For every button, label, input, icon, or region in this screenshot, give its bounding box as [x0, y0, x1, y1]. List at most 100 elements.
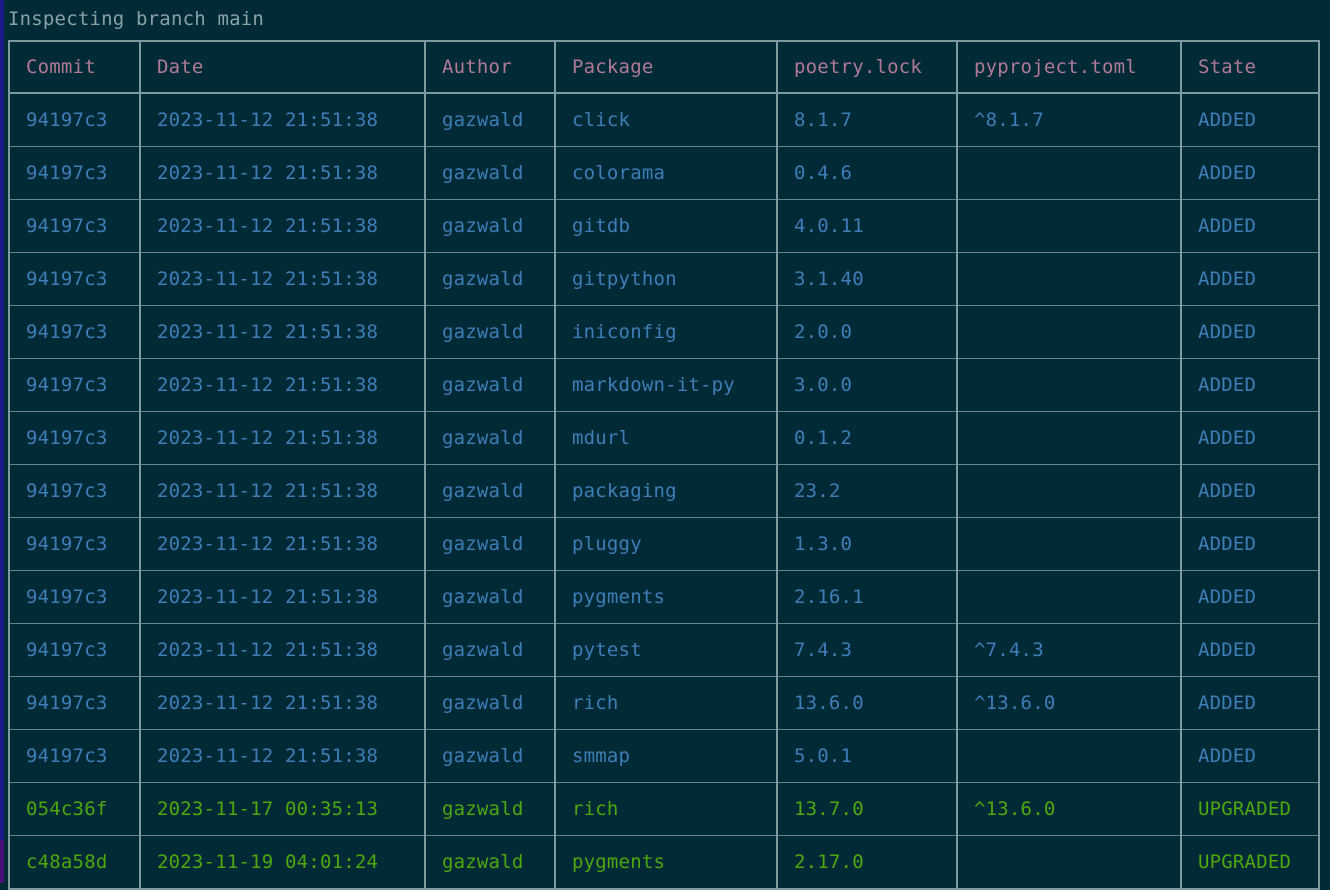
- cell-commit: 94197c3: [9, 729, 140, 783]
- terminal-window: Inspecting branch main Commit Date Autho…: [0, 0, 1330, 890]
- cell-commit: c48a58d: [9, 835, 140, 889]
- cell-state: UPGRADED: [1180, 782, 1319, 836]
- terminal-left-margin-stripe-tail: [0, 840, 4, 883]
- cell-state: ADDED: [1180, 305, 1319, 359]
- cell-date: 2023-11-12 21:51:38: [139, 729, 425, 783]
- cell-state: ADDED: [1180, 676, 1319, 730]
- cell-author: gazwald: [424, 517, 555, 571]
- table-row[interactable]: 94197c3 2023-11-12 21:51:38 gazwald markdow…: [9, 358, 1319, 412]
- cell-author: gazwald: [424, 411, 555, 465]
- cell-toml: [956, 517, 1181, 571]
- table-header-row: Commit Date Author Package poetry.lock p…: [9, 41, 1319, 94]
- table-row[interactable]: 94197c3 2023-11-12 21:51:38 gazwald iniconf…: [9, 305, 1319, 359]
- table-row[interactable]: 94197c3 2023-11-12 21:51:38 gazwald smmap 5.…: [9, 729, 1319, 783]
- cell-toml: [956, 411, 1181, 465]
- cell-commit: 94197c3: [9, 464, 140, 518]
- column-header-commit[interactable]: Commit: [9, 41, 140, 94]
- table-row[interactable]: 94197c3 2023-11-12 21:51:38 gazwald pluggy 1…: [9, 517, 1319, 571]
- table-row[interactable]: 94197c3 2023-11-12 21:51:38 gazwald packagi…: [9, 464, 1319, 518]
- cell-date: 2023-11-12 21:51:38: [139, 676, 425, 730]
- cell-lock: 23.2: [776, 464, 957, 518]
- cell-toml: ^13.6.0: [956, 782, 1181, 836]
- cell-date: 2023-11-12 21:51:38: [139, 517, 425, 571]
- cell-package: click: [554, 93, 777, 147]
- column-header-package[interactable]: Package: [554, 41, 777, 94]
- cell-date: 2023-11-12 21:51:38: [139, 464, 425, 518]
- cell-author: gazwald: [424, 199, 555, 253]
- cell-lock: 13.6.0: [776, 676, 957, 730]
- cell-toml: ^7.4.3: [956, 623, 1181, 677]
- status-line: Inspecting branch main: [8, 8, 265, 30]
- table-row[interactable]: 94197c3 2023-11-12 21:51:38 gazwald rich 13.…: [9, 676, 1319, 730]
- cell-lock: 7.4.3: [776, 623, 957, 677]
- commit-table: Commit Date Author Package poetry.lock p…: [8, 40, 1320, 890]
- cell-state: ADDED: [1180, 252, 1319, 306]
- cell-package: markdown-it-py: [554, 358, 777, 412]
- cell-state: ADDED: [1180, 464, 1319, 518]
- table-row[interactable]: 94197c3 2023-11-12 21:51:38 gazwald click 8.…: [9, 93, 1319, 147]
- cell-date: 2023-11-12 21:51:38: [139, 623, 425, 677]
- cell-date: 2023-11-17 00:35:13: [139, 782, 425, 836]
- cell-package: pluggy: [554, 517, 777, 571]
- cell-package: rich: [554, 676, 777, 730]
- cell-commit: 94197c3: [9, 411, 140, 465]
- cell-lock: 3.1.40: [776, 252, 957, 306]
- table-row[interactable]: 94197c3 2023-11-12 21:51:38 gazwald pytest 7…: [9, 623, 1319, 677]
- cell-date: 2023-11-19 04:01:24: [139, 835, 425, 889]
- cell-date: 2023-11-12 21:51:38: [139, 252, 425, 306]
- cell-package: mdurl: [554, 411, 777, 465]
- cell-date: 2023-11-12 21:51:38: [139, 570, 425, 624]
- column-header-author[interactable]: Author: [424, 41, 555, 94]
- cell-commit: 054c36f: [9, 782, 140, 836]
- table-row[interactable]: 94197c3 2023-11-12 21:51:38 gazwald mdurl 0.…: [9, 411, 1319, 465]
- column-header-state[interactable]: State: [1180, 41, 1319, 94]
- commit-table-container: Commit Date Author Package poetry.lock p…: [8, 40, 1320, 890]
- cell-package: pytest: [554, 623, 777, 677]
- table-row[interactable]: c48a58d 2023-11-19 04:01:24 gazwald pygment…: [9, 835, 1319, 889]
- cell-lock: 2.0.0: [776, 305, 957, 359]
- cell-lock: 13.7.0: [776, 782, 957, 836]
- column-header-date[interactable]: Date: [139, 41, 425, 94]
- cell-author: gazwald: [424, 676, 555, 730]
- cell-toml: [956, 358, 1181, 412]
- column-header-pyproject-toml[interactable]: pyproject.toml: [956, 41, 1181, 94]
- table-row[interactable]: 94197c3 2023-11-12 21:51:38 gazwald gitpyth…: [9, 252, 1319, 306]
- cell-author: gazwald: [424, 146, 555, 200]
- cell-package: smmap: [554, 729, 777, 783]
- cell-toml: [956, 835, 1181, 889]
- cell-date: 2023-11-12 21:51:38: [139, 199, 425, 253]
- cell-package: pygments: [554, 835, 777, 889]
- cell-date: 2023-11-12 21:51:38: [139, 358, 425, 412]
- cell-state: ADDED: [1180, 570, 1319, 624]
- cell-commit: 94197c3: [9, 252, 140, 306]
- cell-state: ADDED: [1180, 93, 1319, 147]
- table-row[interactable]: 054c36f 2023-11-17 00:35:13 gazwald rich 13.…: [9, 782, 1319, 836]
- cell-author: gazwald: [424, 570, 555, 624]
- cell-commit: 94197c3: [9, 146, 140, 200]
- cell-commit: 94197c3: [9, 676, 140, 730]
- table-row[interactable]: 94197c3 2023-11-12 21:51:38 gazwald gitdb 4.…: [9, 199, 1319, 253]
- cell-toml: [956, 146, 1181, 200]
- cell-toml: [956, 199, 1181, 253]
- column-header-poetry-lock[interactable]: poetry.lock: [776, 41, 957, 94]
- cell-state: ADDED: [1180, 199, 1319, 253]
- cell-toml: [956, 729, 1181, 783]
- cell-lock: 3.0.0: [776, 358, 957, 412]
- cell-lock: 5.0.1: [776, 729, 957, 783]
- cell-commit: 94197c3: [9, 93, 140, 147]
- cell-commit: 94197c3: [9, 199, 140, 253]
- cell-date: 2023-11-12 21:51:38: [139, 146, 425, 200]
- cell-lock: 0.1.2: [776, 411, 957, 465]
- table-body: 94197c3 2023-11-12 21:51:38 gazwald click 8.…: [9, 93, 1319, 889]
- cell-package: packaging: [554, 464, 777, 518]
- table-row[interactable]: 94197c3 2023-11-12 21:51:38 gazwald pygment…: [9, 570, 1319, 624]
- table-row[interactable]: 94197c3 2023-11-12 21:51:38 gazwald coloram…: [9, 146, 1319, 200]
- cell-author: gazwald: [424, 464, 555, 518]
- table-header: Commit Date Author Package poetry.lock p…: [9, 41, 1319, 94]
- cell-toml: [956, 464, 1181, 518]
- cell-state: ADDED: [1180, 146, 1319, 200]
- cell-package: rich: [554, 782, 777, 836]
- cell-author: gazwald: [424, 252, 555, 306]
- cell-commit: 94197c3: [9, 517, 140, 571]
- cell-state: ADDED: [1180, 358, 1319, 412]
